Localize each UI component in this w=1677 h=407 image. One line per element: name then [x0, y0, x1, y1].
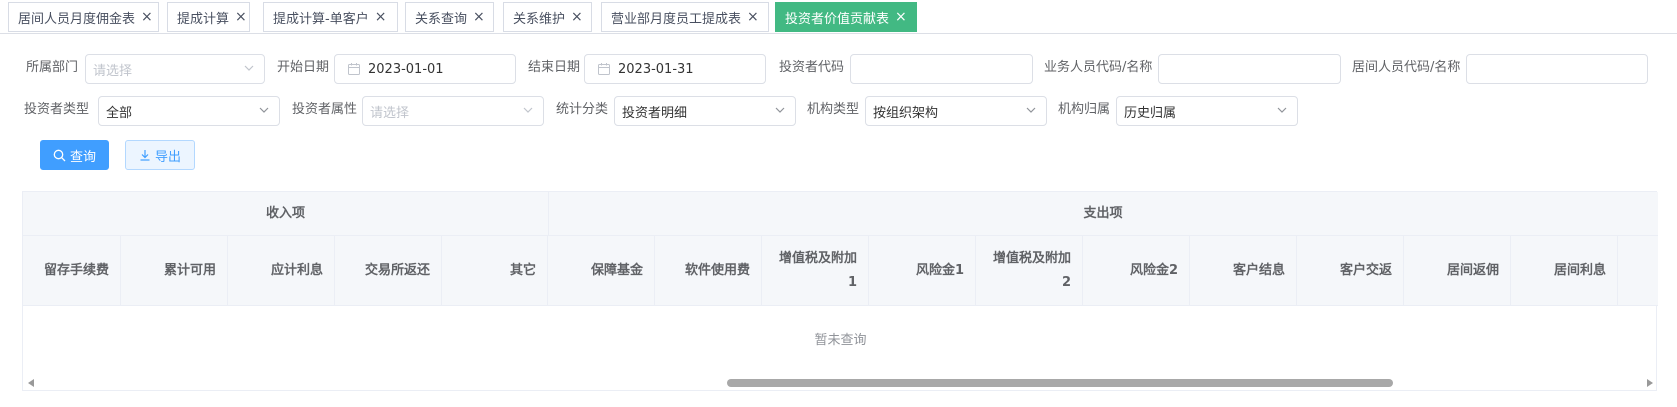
chevron-down-icon [1026, 107, 1036, 113]
investor-type-value: 全部 [106, 105, 133, 121]
column-header[interactable]: 风险金1 [869, 236, 976, 306]
staff-code-input[interactable] [1158, 54, 1341, 84]
end-date-value: 2023-01-31 [618, 61, 694, 77]
dept-placeholder: 请选择 [93, 63, 133, 79]
chevron-down-icon [244, 65, 254, 71]
investor-code-label: 投资者代码 [779, 60, 845, 75]
investor-attr-label: 投资者属性 [292, 102, 358, 117]
export-button[interactable]: 导出 [125, 140, 195, 170]
tab-label: 提成计算-单客户 [273, 11, 369, 27]
scrollbar-thumb[interactable] [727, 379, 1393, 387]
tab-label: 关系查询 [415, 11, 468, 27]
org-owner-value: 历史归属 [1124, 105, 1177, 121]
horizontal-scrollbar[interactable] [23, 376, 1658, 390]
tab-bar: 居间人员月度佣金表 × 提成计算 × 提成计算-单客户 × 关系查询 × 关系维… [0, 0, 1677, 34]
close-icon[interactable]: × [747, 10, 759, 24]
close-icon[interactable]: × [235, 10, 247, 24]
stat-category-value: 投资者明细 [622, 105, 688, 121]
investor-attr-select[interactable]: 请选择 [362, 96, 544, 126]
column-header[interactable]: 其它 [442, 236, 548, 306]
org-owner-select[interactable]: 历史归属 [1116, 96, 1298, 126]
stat-category-label: 统计分类 [556, 102, 609, 117]
close-icon[interactable]: × [571, 10, 583, 24]
column-header[interactable]: 保障基金 [548, 236, 655, 306]
column-header[interactable]: 客户交返 [1297, 236, 1404, 306]
download-icon [140, 150, 150, 161]
close-icon[interactable]: × [473, 10, 485, 24]
tab-branch-monthly-staff-commission[interactable]: 营业部月度员工提成表 × [601, 2, 769, 32]
chevron-down-icon [775, 107, 785, 113]
column-header[interactable]: 增值税及附加2 [976, 236, 1083, 306]
tab-relation-maintain[interactable]: 关系维护 × [503, 2, 592, 32]
org-owner-label: 机构归属 [1058, 102, 1111, 117]
org-type-value: 按组织架构 [873, 105, 939, 121]
tab-label: 提成计算 [177, 11, 230, 27]
empty-state-text: 暂未查询 [814, 333, 867, 348]
investor-attr-placeholder: 请选择 [370, 105, 410, 121]
tab-label: 关系维护 [513, 11, 566, 27]
column-header[interactable]: 交易所返还 [335, 236, 442, 306]
column-header[interactable]: 留存手续费 [23, 236, 121, 306]
tab-label: 居间人员月度佣金表 [18, 11, 136, 27]
broker-code-input[interactable] [1466, 54, 1648, 84]
scroll-left-arrow-icon[interactable] [28, 379, 34, 387]
investor-code-input[interactable] [850, 54, 1033, 84]
column-header[interactable]: 居间返佣 [1404, 236, 1511, 306]
column-header[interactable]: 累计可用 [121, 236, 228, 306]
end-date-picker[interactable]: 2023-01-31 [584, 54, 766, 84]
income-group-header: 收入项 [265, 206, 305, 221]
investor-type-select[interactable]: 全部 [98, 96, 280, 126]
column-header[interactable]: 软件使用费 [655, 236, 762, 306]
tab-commission-calc[interactable]: 提成计算 × [167, 2, 250, 32]
data-table: 收入项 支出项 留存手续费 累计可用 应计利息 交易所返还 其它 保障基金 软件… [22, 191, 1658, 391]
tab-label: 营业部月度员工提成表 [611, 11, 742, 27]
tab-broker-monthly-commission[interactable]: 居间人员月度佣金表 × [8, 2, 159, 32]
column-header[interactable]: 应计利息 [228, 236, 335, 306]
tab-investor-value-contribution[interactable]: 投资者价值贡献表 × [775, 2, 917, 32]
calendar-icon [348, 63, 360, 75]
chevron-down-icon [259, 107, 269, 113]
start-date-picker[interactable]: 2023-01-01 [334, 54, 516, 84]
table-header-row: 留存手续费 累计可用 应计利息 交易所返还 其它 保障基金 软件使用费 增值税及… [23, 236, 1658, 306]
tab-commission-calc-single[interactable]: 提成计算-单客户 × [263, 2, 398, 32]
close-icon[interactable]: × [895, 10, 907, 24]
table-header-group-row: 收入项 支出项 [23, 192, 1658, 236]
close-icon[interactable]: × [141, 10, 153, 24]
close-icon[interactable]: × [375, 10, 387, 24]
chevron-down-icon [523, 107, 533, 113]
column-header[interactable]: 客户结息 [1190, 236, 1297, 306]
dept-label: 所属部门 [26, 60, 79, 75]
broker-code-label: 居间人员代码/名称 [1352, 60, 1461, 75]
investor-type-label: 投资者类型 [24, 102, 90, 117]
tab-label: 投资者价值贡献表 [785, 11, 890, 27]
column-header[interactable]: 增值税及附加1 [762, 236, 869, 306]
tab-relation-query[interactable]: 关系查询 × [405, 2, 494, 32]
start-date-value: 2023-01-01 [368, 61, 444, 77]
staff-code-label: 业务人员代码/名称 [1044, 60, 1153, 75]
query-button-label: 查询 [69, 149, 96, 165]
end-date-label: 结束日期 [528, 60, 581, 75]
export-button-label: 导出 [154, 149, 181, 165]
search-icon [53, 149, 66, 161]
org-type-label: 机构类型 [807, 102, 860, 117]
org-type-select[interactable]: 按组织架构 [865, 96, 1047, 126]
scroll-right-arrow-icon[interactable] [1647, 379, 1653, 387]
dept-select[interactable]: 请选择 [85, 54, 265, 84]
stat-category-select[interactable]: 投资者明细 [614, 96, 796, 126]
calendar-icon [598, 63, 610, 75]
start-date-label: 开始日期 [277, 60, 330, 75]
chevron-down-icon [1277, 107, 1287, 113]
column-header[interactable]: 居间利息 [1511, 236, 1618, 306]
query-button[interactable]: 查询 [40, 140, 109, 170]
column-header[interactable]: 风险金2 [1083, 236, 1190, 306]
expense-group-header: 支出项 [1083, 206, 1123, 221]
